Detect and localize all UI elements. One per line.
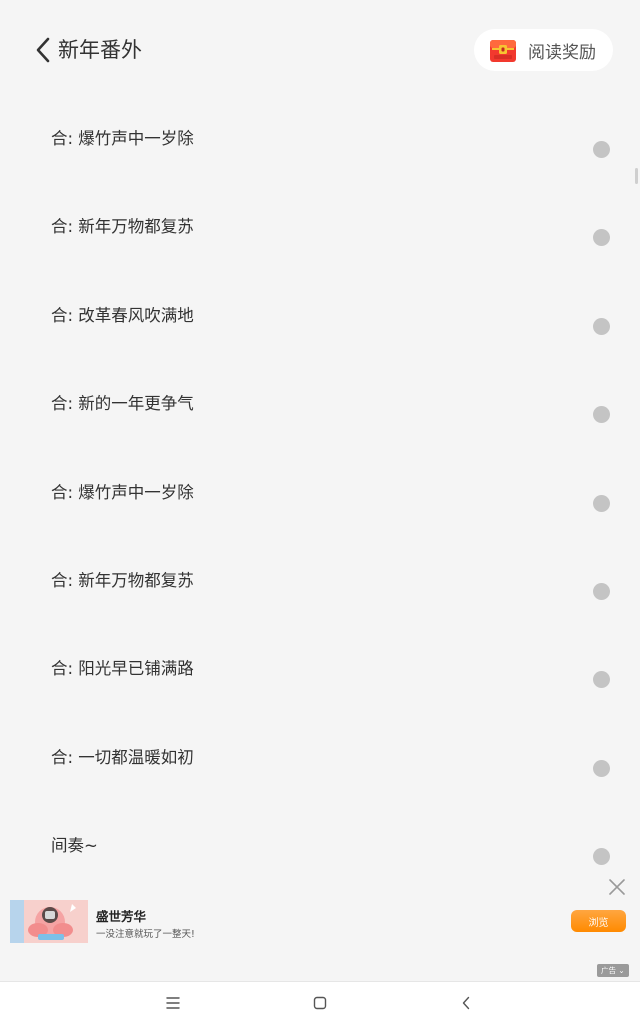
ad-tag-label: 广告 bbox=[601, 966, 616, 975]
list-item: 合: 爆竹声中一岁除 bbox=[0, 96, 640, 184]
comment-dot-icon[interactable] bbox=[593, 848, 610, 866]
comment-dot-icon[interactable] bbox=[593, 671, 610, 689]
chevron-left-icon bbox=[36, 37, 50, 63]
lyric-text: 合: 改革春风吹满地 bbox=[51, 305, 194, 325]
ad-close-button[interactable] bbox=[606, 876, 628, 898]
lyric-text: 合: 新年万物都复苏 bbox=[51, 570, 194, 590]
lyric-text: 合: 新的一年更争气 bbox=[51, 394, 194, 414]
list-item: 合: 爆竹声中一岁除 bbox=[0, 450, 640, 538]
lyric-text: 合: 新年万物都复苏 bbox=[51, 217, 194, 237]
back-button[interactable] bbox=[30, 34, 56, 66]
ad-tag[interactable]: 广告 ⌄ bbox=[597, 964, 629, 977]
list-item: 合: 新的一年更争气 bbox=[0, 361, 640, 449]
close-icon bbox=[609, 879, 625, 895]
list-item: 合: 改革春风吹满地 bbox=[0, 273, 640, 361]
ad-description: 一没注意就玩了一整天! bbox=[96, 929, 195, 940]
list-item: 合: 一切都温暖如初 bbox=[0, 715, 640, 803]
system-nav-bar bbox=[0, 981, 640, 1024]
ad-browse-button[interactable]: 浏览 bbox=[571, 910, 626, 932]
ad-banner[interactable]: 盛世芳华 一没注意就玩了一整天! 浏览 广告 ⌄ bbox=[0, 870, 640, 980]
comment-dot-icon[interactable] bbox=[593, 229, 610, 247]
page-title: 新年番外 bbox=[58, 38, 142, 62]
top-bar: 新年番外 阅读奖励 bbox=[0, 0, 640, 100]
lyric-list: 合: 爆竹声中一岁除 合: 新年万物都复苏 合: 改革春风吹满地 合: 新的一年… bbox=[0, 96, 640, 892]
ad-character-image bbox=[10, 900, 88, 943]
treasure-chest-icon bbox=[490, 40, 516, 62]
lyric-text: 合: 一切都温暖如初 bbox=[51, 747, 194, 767]
list-item: 合: 新年万物都复苏 bbox=[0, 538, 640, 626]
reading-reward-button[interactable]: 阅读奖励 bbox=[474, 29, 613, 71]
square-home-icon bbox=[313, 996, 327, 1010]
nav-back-button[interactable] bbox=[457, 994, 475, 1012]
lyric-text: 合: 阳光早已铺满路 bbox=[51, 659, 194, 679]
comment-dot-icon[interactable] bbox=[593, 141, 610, 158]
chevron-down-icon: ⌄ bbox=[618, 966, 625, 975]
nav-menu-button[interactable] bbox=[164, 994, 182, 1012]
ad-title: 盛世芳华 bbox=[96, 909, 147, 924]
comment-dot-icon[interactable] bbox=[593, 317, 610, 335]
lyric-text: 合: 爆竹声中一岁除 bbox=[51, 129, 194, 148]
reading-reward-label: 阅读奖励 bbox=[528, 42, 596, 63]
menu-icon bbox=[166, 997, 180, 1009]
lyric-text: 间奏~ bbox=[51, 836, 98, 856]
lyric-text: 合: 爆竹声中一岁除 bbox=[51, 482, 194, 502]
ad-thumbnail[interactable] bbox=[10, 900, 88, 943]
list-item: 合: 阳光早已铺满路 bbox=[0, 626, 640, 714]
comment-dot-icon[interactable] bbox=[593, 759, 610, 777]
nav-home-button[interactable] bbox=[311, 994, 329, 1012]
comment-dot-icon[interactable] bbox=[593, 582, 610, 600]
comment-dot-icon[interactable] bbox=[593, 494, 610, 512]
chevron-left-icon bbox=[462, 996, 470, 1010]
list-item: 合: 新年万物都复苏 bbox=[0, 184, 640, 272]
comment-dot-icon[interactable] bbox=[593, 406, 610, 424]
